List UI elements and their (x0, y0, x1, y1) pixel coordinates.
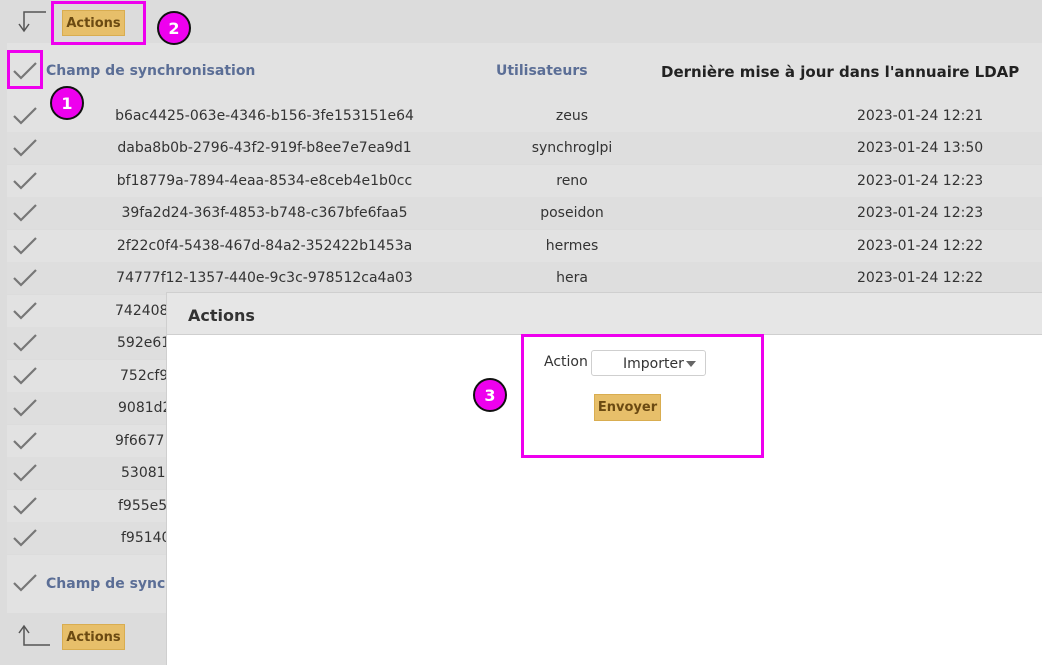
cell-sync-id: 9081d2 (118, 400, 172, 416)
table-row: daba8b0b-2796-43f2-919f-b8ee7e7ea9d1 syn… (7, 132, 1042, 164)
column-header-last-update: Dernière mise à jour dans l'annuaire LDA… (661, 63, 1020, 81)
highlight-select-all (7, 50, 43, 89)
cell-date: 2023-01-24 12:22 (857, 270, 984, 286)
select-all-checkbox-footer[interactable] (12, 572, 38, 594)
table-header: Champ de synchronisation Utilisateurs De… (7, 43, 1042, 100)
toolbar-top: Actions (0, 0, 1042, 43)
actions-button-bottom[interactable]: Actions (62, 624, 125, 650)
cell-sync-id: 592e61 (117, 335, 171, 351)
arrow-down-left-icon (14, 10, 48, 34)
arrow-up-left-icon (14, 623, 52, 649)
dialog-title: Actions (188, 306, 255, 325)
cell-sync-id: b6ac4425-063e-4346-b156-3fe153151e64 (115, 108, 414, 124)
cell-date: 2023-01-24 12:23 (857, 173, 984, 189)
column-header-sync-field[interactable]: Champ de synchronisation (46, 63, 255, 79)
table-row: 39fa2d24-363f-4853-b748-c367bfe6faa5 pos… (7, 197, 1042, 229)
row-checkbox[interactable] (12, 430, 38, 452)
cell-sync-id: 742408 (115, 303, 169, 319)
cell-user: poseidon (540, 205, 604, 221)
table-row: 74777f12-1357-440e-9c3c-978512ca4a03 her… (7, 262, 1042, 294)
row-checkbox[interactable] (12, 332, 38, 354)
row-checkbox[interactable] (12, 365, 38, 387)
row-checkbox[interactable] (12, 397, 38, 419)
cell-sync-id: 9f6677 (115, 433, 165, 449)
table-row: bf18779a-7894-4eaa-8534-e8ceb4e1b0cc ren… (7, 165, 1042, 197)
cell-sync-id: 53081 (121, 465, 166, 481)
cell-sync-id: 39fa2d24-363f-4853-b748-c367bfe6faa5 (121, 205, 408, 221)
highlight-action-form (521, 334, 764, 458)
cell-sync-id: 74777f12-1357-440e-9c3c-978512ca4a03 (116, 270, 413, 286)
cell-sync-id: f95140 (121, 530, 171, 546)
cell-date: 2023-01-24 12:22 (857, 238, 984, 254)
cell-date: 2023-01-24 12:21 (857, 108, 984, 124)
cell-date: 2023-01-24 13:50 (857, 140, 984, 156)
cell-sync-id: daba8b0b-2796-43f2-919f-b8ee7e7ea9d1 (117, 140, 412, 156)
annotation-badge: 3 (473, 378, 507, 412)
cell-sync-id: 752cf9 (120, 368, 169, 384)
row-checkbox[interactable] (12, 300, 38, 322)
cell-sync-id: 2f22c0f4-5438-467d-84a2-352422b1453a (116, 238, 413, 254)
column-header-users[interactable]: Utilisateurs (496, 63, 588, 79)
cell-sync-id: bf18779a-7894-4eaa-8534-e8ceb4e1b0cc (116, 173, 413, 189)
row-checkbox[interactable] (12, 527, 38, 549)
table-row: b6ac4425-063e-4346-b156-3fe153151e64 zeu… (7, 100, 1042, 132)
toolbar-bottom: Actions (0, 613, 166, 664)
cell-user: hera (556, 270, 588, 286)
row-checkbox[interactable] (12, 462, 38, 484)
highlight-actions-button (51, 1, 146, 45)
dialog-header: Actions (167, 293, 1042, 335)
cell-user: synchroglpi (531, 140, 613, 156)
row-checkbox[interactable] (12, 495, 38, 517)
cell-sync-id: f955e5 (118, 498, 168, 514)
column-header-sync-field-footer[interactable]: Champ de synch (46, 576, 175, 592)
cell-user: reno (556, 173, 588, 189)
cell-user: hermes (545, 238, 599, 254)
table-row: 2f22c0f4-5438-467d-84a2-352422b1453a her… (7, 230, 1042, 262)
annotation-badge: 2 (157, 11, 191, 45)
cell-user: zeus (555, 108, 589, 124)
annotation-badge: 1 (50, 86, 84, 120)
cell-date: 2023-01-24 12:23 (857, 205, 984, 221)
